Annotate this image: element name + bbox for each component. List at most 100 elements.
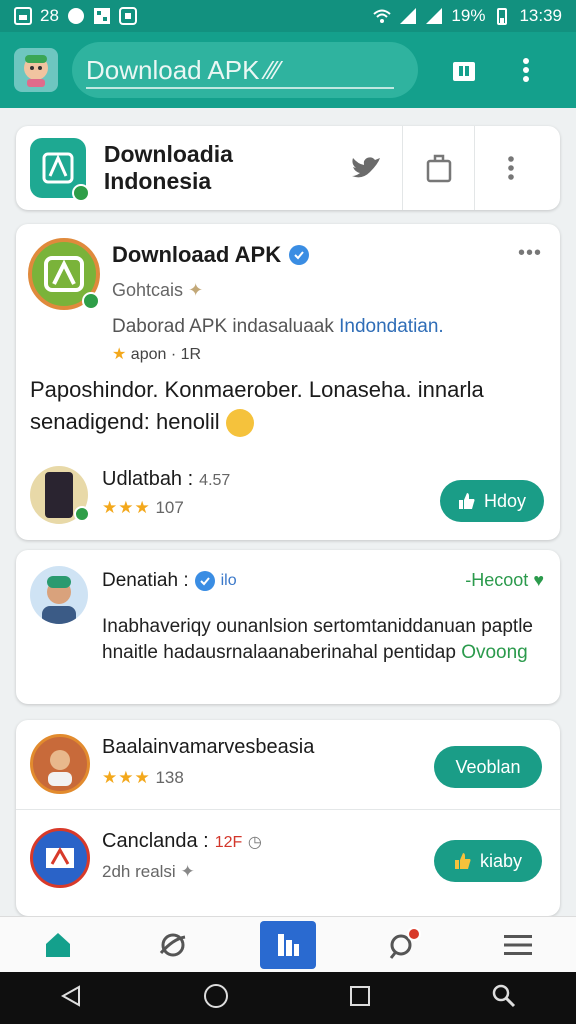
post-stars-text: apon · 1R — [130, 346, 202, 363]
signal-2-icon — [426, 8, 443, 24]
verified-badge-icon — [71, 184, 90, 202]
nav-apps[interactable] — [259, 920, 316, 969]
post-title: Downloaad APK — [112, 242, 282, 267]
post-desc-text: Daborad APK indasaluaak — [112, 316, 340, 337]
share-button[interactable] — [402, 126, 474, 210]
battery-icon — [497, 8, 508, 25]
list-item-avatar — [30, 734, 90, 794]
post-body: Paposhindor. Konmaerober. Lonaseha. inna… — [30, 374, 546, 438]
bottom-navigation — [0, 916, 576, 972]
list-item-sub-text: 2dh realsi — [102, 862, 176, 881]
app-version: 4.57 — [199, 472, 231, 489]
list-item-name-text: Canclanda : — [102, 830, 209, 852]
store-icon — [453, 62, 475, 81]
clock: 13:39 — [519, 6, 562, 25]
timer-icon: ◷ — [247, 834, 262, 851]
comment-avatar[interactable] — [30, 566, 88, 624]
sys-home-button[interactable] — [202, 982, 230, 1015]
comment-tag: ilo — [220, 572, 237, 589]
explore-icon — [159, 933, 186, 956]
app-thumbnail[interactable] — [30, 466, 90, 524]
verified-badge-icon — [74, 506, 90, 522]
comment-body: Inabhaveriqy ounanlsion sertomtaniddanua… — [102, 614, 546, 666]
app-notification-icon — [67, 8, 84, 24]
app-rating: ★★★ 107 — [102, 498, 184, 518]
profile-more-button[interactable] — [474, 126, 546, 210]
app-list-card: Baalainvamarvesbeasia ★★★ 138 Veoblan Ca… — [16, 720, 560, 916]
star-icon: ★ — [112, 346, 127, 363]
nav-explore[interactable] — [145, 921, 201, 969]
nav-menu[interactable] — [490, 921, 546, 969]
comment-body-link[interactable]: Ovoong — [461, 642, 528, 663]
app-action-label: Hdoy — [483, 490, 527, 511]
post-description: Daborad APK indasaluaak Indondatian. — [112, 316, 444, 338]
home-icon — [45, 932, 70, 957]
post-avatar[interactable] — [28, 238, 100, 310]
post-body-text: Paposhindor. Konmaerober. Lonaseha. inna… — [30, 377, 484, 434]
sys-recents-button[interactable] — [348, 984, 372, 1013]
app-action-button[interactable]: Hdoy — [440, 480, 544, 522]
status-bar: 28 19% 13:39 — [0, 0, 576, 32]
list-item-sub: 2dh realsi ✦ — [102, 862, 195, 882]
more-vert-icon — [507, 156, 514, 180]
phone-icon — [45, 472, 73, 518]
profile-logo[interactable] — [30, 138, 90, 202]
list-item-action-label: Veoblan — [455, 756, 521, 777]
menu-icon — [504, 934, 533, 955]
person-avatar-icon — [48, 750, 72, 786]
sys-back-button[interactable] — [59, 984, 83, 1013]
post-desc-link[interactable]: Indondatian. — [339, 316, 444, 337]
app-logo-icon[interactable] — [14, 48, 58, 92]
wifi-icon — [373, 9, 392, 23]
appbar-title: Download APK ⁄⁄⁄ — [86, 54, 280, 85]
more-vert-icon — [523, 58, 529, 82]
list-item[interactable]: Canclanda : 12F ◷ 2dh realsi ✦ kiaby — [16, 814, 560, 904]
list-item-sub-text: 138 — [155, 768, 184, 787]
post-more-button[interactable]: ••• — [518, 242, 542, 265]
qr-notification-icon — [93, 8, 110, 24]
profile-name: Downloadia Indonesia — [103, 141, 233, 194]
rating-stars: ★★★ — [102, 498, 151, 517]
sys-search-button[interactable] — [491, 983, 517, 1014]
list-item-action-label: kiaby — [479, 850, 523, 871]
battery-percent: 19% — [451, 6, 486, 25]
sparkle-icon: ✦ — [188, 280, 204, 300]
list-item-name: Baalainvamarvesbeasia — [102, 736, 314, 759]
comment-follow-button[interactable]: -Hecoot ♥ — [465, 570, 544, 591]
home-circle-icon — [203, 983, 228, 1008]
gallery-notification-icon — [14, 7, 32, 25]
smile-emoji-icon — [225, 409, 254, 438]
recents-icon — [350, 985, 371, 1006]
nav-home[interactable] — [30, 921, 86, 969]
overflow-menu-button[interactable] — [506, 50, 546, 90]
profile-card: Downloadia Indonesia — [16, 126, 560, 210]
heart-icon: ♥ — [533, 570, 544, 590]
sparkle-icon: ✦ — [180, 862, 195, 881]
person-avatar-icon — [42, 576, 76, 624]
store-button[interactable] — [444, 50, 484, 90]
list-item[interactable]: Baalainvamarvesbeasia ★★★ 138 Veoblan — [16, 720, 560, 810]
list-item-action-button[interactable]: kiaby — [434, 840, 542, 882]
verified-icon — [194, 571, 215, 591]
system-navigation — [0, 972, 576, 1024]
app-name-text: Udlatbah : — [102, 468, 194, 490]
list-item-name-text: Baalainvamarvesbeasia — [102, 736, 315, 758]
comment-author: Denatiah : — [102, 570, 189, 591]
search-bar[interactable]: Download APK ⁄⁄⁄ — [72, 42, 418, 98]
verified-badge-icon — [82, 292, 100, 310]
thumbs-up-icon — [454, 853, 471, 869]
search-icon — [492, 984, 515, 1007]
signal-icon — [400, 8, 417, 24]
list-item-avatar — [30, 828, 90, 888]
twitter-button[interactable] — [330, 126, 402, 210]
back-icon — [61, 984, 81, 1007]
nav-messages[interactable] — [375, 921, 431, 969]
apps-icon — [277, 933, 299, 956]
apk-logo-icon — [46, 846, 74, 868]
comment-follow-label: -Hecoot — [465, 570, 529, 590]
post-subtitle: Gohtcais ✦ — [112, 280, 203, 301]
rating-stars: ★★★ — [102, 768, 151, 787]
list-item-name: Canclanda : 12F ◷ — [102, 830, 262, 853]
twitter-icon — [352, 157, 380, 178]
list-item-action-button[interactable]: Veoblan — [434, 746, 542, 788]
